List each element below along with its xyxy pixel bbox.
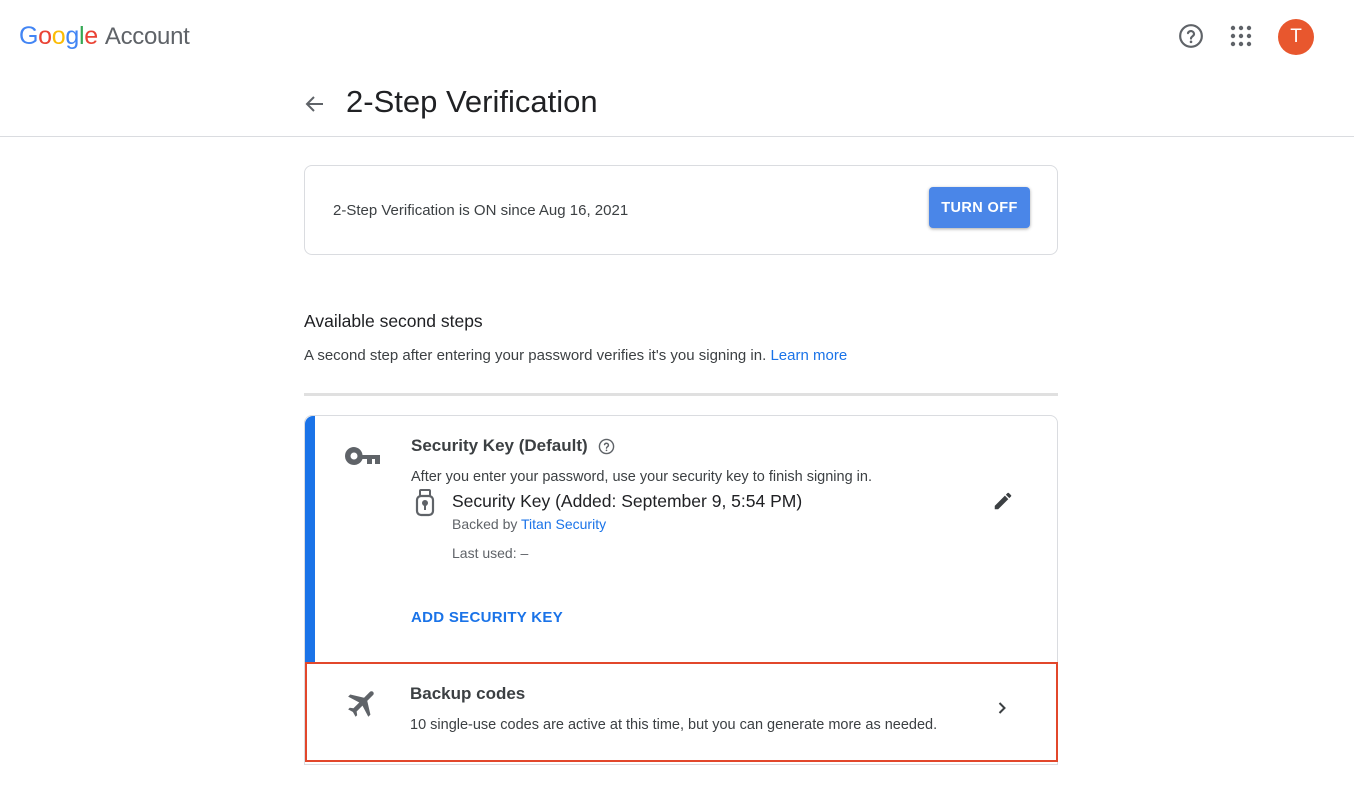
logo-letter: e [84,22,98,50]
help-circle-icon [1179,24,1203,48]
section-divider [304,393,1058,396]
security-key-last-used: Last used: – [452,545,529,561]
help-button[interactable] [1177,22,1205,50]
learn-more-link[interactable]: Learn more [770,347,847,364]
arrow-back-icon [305,96,323,112]
logo-letter: o [38,22,52,50]
backed-by-label: Backed by [452,516,518,532]
google-account-logo[interactable]: Google Account [19,22,190,51]
backup-codes-row[interactable]: Backup codes 10 single-use codes are act… [305,662,1058,762]
status-card: 2-Step Verification is ON since Aug 16, … [304,165,1058,255]
airplane-icon [348,691,374,717]
default-method-accent-bar [305,416,315,664]
section-description-text: A second step after entering your passwo… [304,347,767,364]
usb-key-icon [415,489,435,517]
titan-security-link[interactable]: Titan Security [521,516,606,532]
top-bar: Google Account T [0,0,1354,76]
logo-letter: G [19,22,39,50]
account-avatar[interactable]: T [1278,19,1314,55]
logo-letter: o [51,22,66,50]
security-key-help[interactable] [598,438,615,455]
help-outline-icon [598,438,614,454]
turn-off-button[interactable]: TURN OFF [929,187,1030,228]
header-divider [0,136,1354,137]
security-key-backed-by: Backed by Titan Security [452,516,606,532]
apps-grid-icon [1230,25,1252,47]
security-key-description: After you enter your password, use your … [411,469,872,485]
section-title: Available second steps [304,311,483,331]
security-key-name: Security Key (Added: September 9, 5:54 P… [452,491,803,511]
chevron-right-icon [998,702,1006,714]
add-security-key-button[interactable]: ADD SECURITY KEY [411,609,563,626]
backup-codes-title: Backup codes [410,684,526,703]
pencil-icon [994,492,1012,510]
logo-letter: g [65,22,79,50]
apps-button[interactable] [1227,22,1255,50]
security-key-title-text: Security Key (Default) [411,436,588,455]
back-button[interactable] [301,90,329,118]
status-text: 2-Step Verification is ON since Aug 16, … [333,202,629,219]
key-icon [345,447,380,465]
logo-account-text: Account [104,23,190,50]
security-key-title: Security Key (Default) [411,436,615,456]
backup-codes-description: 10 single-use codes are active at this t… [410,717,938,733]
edit-security-key-button[interactable] [988,486,1018,516]
section-description: A second step after entering your passwo… [304,347,847,364]
page-title: 2-Step Verification [346,84,598,119]
